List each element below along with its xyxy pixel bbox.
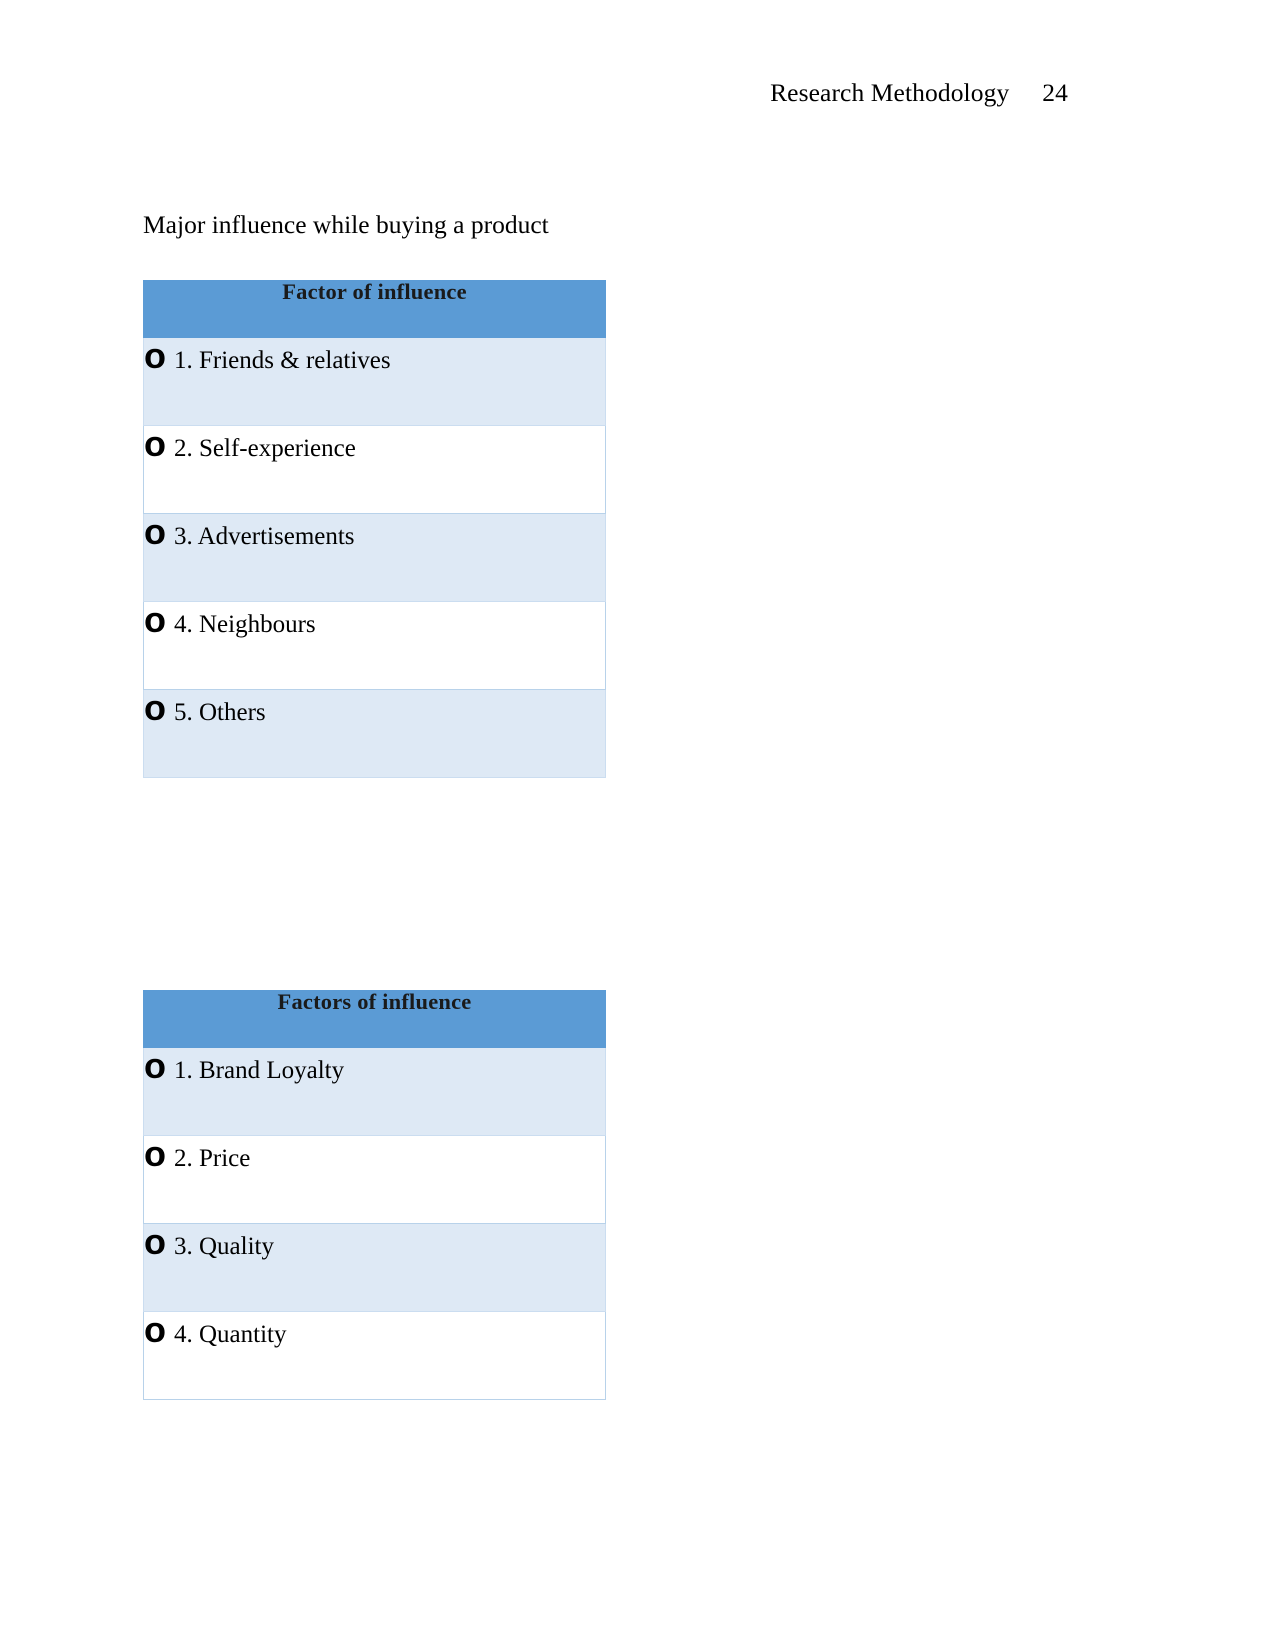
table-row[interactable]: o 4. Neighbours	[143, 599, 606, 690]
table-header-row: Factor of influence	[143, 280, 606, 338]
option-label: 2. Price	[174, 1145, 251, 1172]
document-page: Research Methodology 24 Major influence …	[0, 0, 1275, 1651]
circle-bullet-icon: o	[144, 1221, 166, 1262]
option-cell[interactable]: o 2. Self-experience	[143, 423, 606, 514]
option-cell[interactable]: o 4. Neighbours	[143, 599, 606, 690]
table-row[interactable]: o 4. Quantity	[143, 1309, 606, 1400]
table-row[interactable]: o 1. Friends & relatives	[143, 335, 606, 426]
circle-bullet-icon: o	[144, 423, 166, 464]
circle-bullet-icon: o	[144, 1045, 166, 1086]
circle-bullet-icon: o	[144, 511, 166, 552]
intro-paragraph: Major influence while buying a product	[143, 210, 549, 239]
option-label: 4. Neighbours	[174, 611, 316, 638]
table-header-row: Factors of influence	[143, 990, 606, 1048]
table-row[interactable]: o 2. Price	[143, 1133, 606, 1224]
table-body: o 1. Brand Loyalty o 2. Price o 3. Quality …	[143, 1045, 606, 1400]
option-label: 2. Self-experience	[174, 435, 356, 462]
option-cell[interactable]: o 4. Quantity	[143, 1309, 606, 1400]
option-cell[interactable]: o 2. Price	[143, 1133, 606, 1224]
table-header-label: Factors of influence	[143, 990, 606, 1048]
option-cell[interactable]: o 1. Brand Loyalty	[143, 1045, 606, 1136]
table-row[interactable]: o 5. Others	[143, 687, 606, 778]
circle-bullet-icon: o	[144, 687, 166, 728]
option-label: 3. Advertisements	[174, 523, 355, 550]
table-head: Factor of influence	[143, 280, 606, 338]
table-row[interactable]: o 1. Brand Loyalty	[143, 1045, 606, 1136]
option-label: 1. Brand Loyalty	[174, 1057, 345, 1084]
option-cell[interactable]: o 1. Friends & relatives	[143, 335, 606, 426]
document-title: Research Methodology	[770, 78, 1010, 107]
option-cell[interactable]: o 3. Advertisements	[143, 511, 606, 602]
option-cell[interactable]: o 5. Others	[143, 687, 606, 778]
survey-table-factor-of-influence: Factor of influence o 1. Friends & relati…	[143, 280, 606, 778]
page-number: 24	[1042, 78, 1068, 107]
circle-bullet-icon: o	[144, 1309, 166, 1350]
table-row[interactable]: o 3. Quality	[143, 1221, 606, 1312]
option-label: 4. Quantity	[174, 1321, 287, 1348]
table-row[interactable]: o 3. Advertisements	[143, 511, 606, 602]
option-cell[interactable]: o 3. Quality	[143, 1221, 606, 1312]
table-body: o 1. Friends & relatives o 2. Self-experie…	[143, 335, 606, 778]
circle-bullet-icon: o	[144, 335, 166, 376]
option-label: 5. Others	[174, 699, 266, 726]
table-header-label: Factor of influence	[143, 280, 606, 338]
table-head: Factors of influence	[143, 990, 606, 1048]
running-header: Research Methodology 24	[0, 78, 1275, 109]
circle-bullet-icon: o	[144, 599, 166, 640]
option-label: 1. Friends & relatives	[174, 347, 391, 374]
survey-table-factors-of-influence: Factors of influence o 1. Brand Loyalty o…	[143, 990, 606, 1400]
circle-bullet-icon: o	[144, 1133, 166, 1174]
option-label: 3. Quality	[174, 1233, 274, 1260]
table-row[interactable]: o 2. Self-experience	[143, 423, 606, 514]
